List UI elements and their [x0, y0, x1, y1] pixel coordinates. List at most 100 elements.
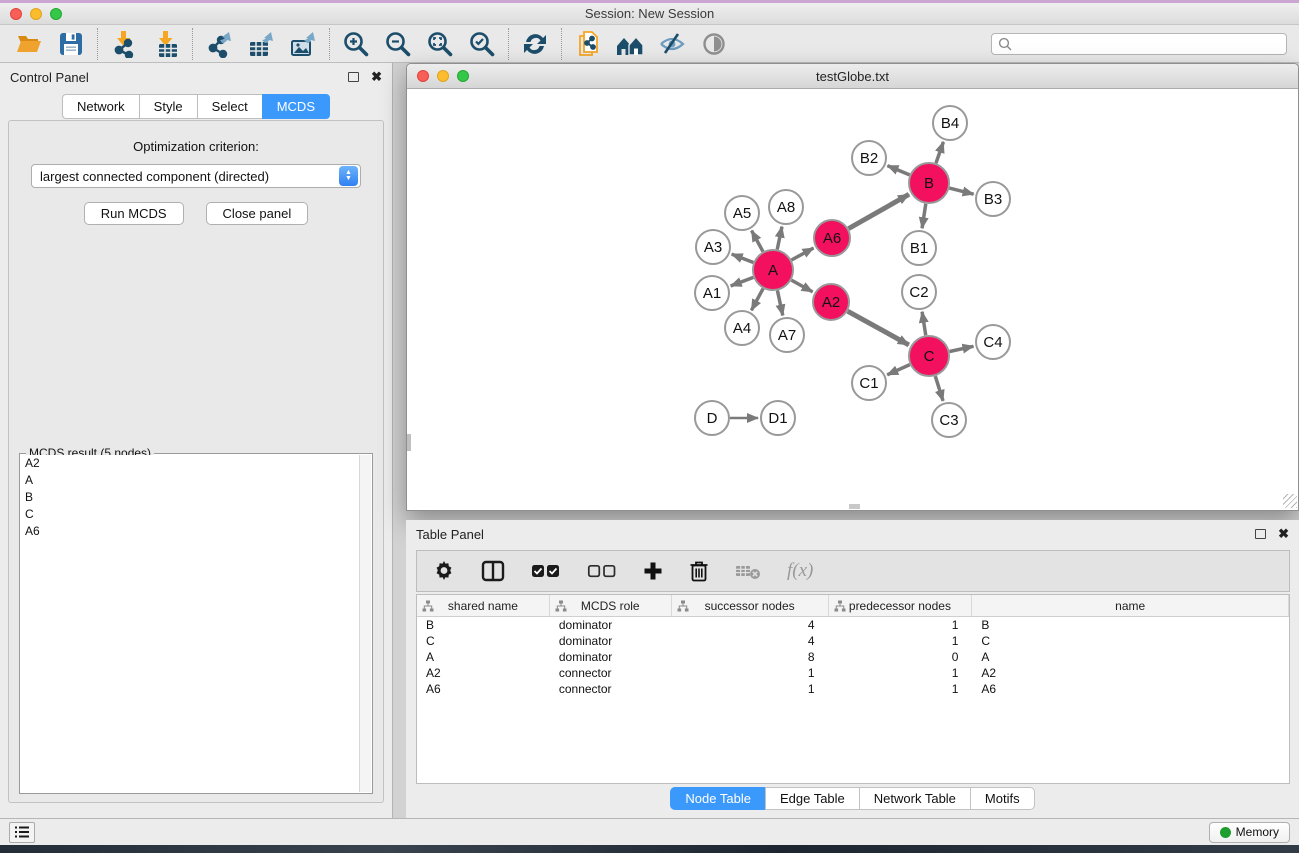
run-mcds-button[interactable]: Run MCDS	[84, 202, 184, 225]
export-table-button[interactable]	[240, 27, 282, 61]
zoom-out-icon	[384, 30, 412, 58]
export-image-button[interactable]	[282, 27, 324, 61]
function-builder-button[interactable]: f(x)	[787, 560, 813, 582]
cell-name[interactable]: A6	[972, 681, 1289, 697]
result-item-b[interactable]: B	[21, 489, 359, 506]
zoom-in-button[interactable]	[335, 27, 377, 61]
tab-edge-table[interactable]: Edge Table	[765, 787, 859, 810]
search-input[interactable]	[1012, 37, 1280, 51]
cell-predecessor-nodes[interactable]: 0	[829, 649, 973, 665]
cell-predecessor-nodes[interactable]: 1	[829, 681, 973, 697]
cell-shared-name[interactable]: A2	[417, 665, 550, 681]
memory-button[interactable]: Memory	[1209, 822, 1290, 843]
horizontal-scroll-thumb[interactable]	[849, 504, 860, 509]
result-scrollbar[interactable]	[359, 455, 371, 792]
cell-name[interactable]: A2	[972, 665, 1289, 681]
import-network-button[interactable]	[103, 27, 145, 61]
column-header-label: predecessor nodes	[849, 599, 951, 613]
close-panel-button-inner[interactable]: Close panel	[206, 202, 309, 225]
float-panel-button[interactable]	[348, 72, 359, 82]
cell-successor-nodes[interactable]: 1	[672, 681, 829, 697]
result-item-a[interactable]: A	[21, 472, 359, 489]
cell-shared-name[interactable]: B	[417, 617, 550, 633]
save-session-button[interactable]	[50, 27, 92, 61]
add-column-button[interactable]	[643, 561, 663, 581]
graph-node-label-a1: A1	[703, 285, 721, 302]
cell-mcds-role[interactable]: dominator	[550, 633, 672, 649]
delete-table-button[interactable]	[735, 562, 761, 580]
criterion-select[interactable]: largest connected component (directed) ▲…	[31, 164, 361, 188]
result-item-a2[interactable]: A2	[21, 455, 359, 472]
cell-shared-name[interactable]: A	[417, 649, 550, 665]
vertical-scroll-thumb[interactable]	[407, 434, 411, 451]
result-item-a6[interactable]: A6	[21, 523, 359, 540]
checked-boxes-icon	[531, 562, 561, 580]
cell-successor-nodes[interactable]: 8	[672, 649, 829, 665]
table-row-a6[interactable]: A6connector11A6	[417, 681, 1289, 697]
list-icon	[14, 825, 30, 839]
eye-slash-icon	[658, 30, 686, 58]
duplicate-network-button[interactable]	[567, 27, 609, 61]
tab-mcds[interactable]: MCDS	[262, 94, 330, 119]
hide-graphics-details-button[interactable]	[651, 27, 693, 61]
network-canvas[interactable]: B4B2BB3A8A5A6A3B1AC2A1A2A4A7C4CC1DC3D1	[407, 89, 1298, 509]
column-header-successor-nodes[interactable]: successor nodes	[672, 595, 829, 616]
search-field[interactable]	[991, 33, 1287, 55]
refresh-button[interactable]	[514, 27, 556, 61]
table-row-b[interactable]: Bdominator41B	[417, 617, 1289, 633]
float-table-panel-button[interactable]	[1255, 529, 1266, 539]
select-all-rows-button[interactable]	[531, 562, 561, 580]
open-session-button[interactable]	[8, 27, 50, 61]
export-network-button[interactable]	[198, 27, 240, 61]
network-overview-button[interactable]	[609, 27, 651, 61]
cell-predecessor-nodes[interactable]: 1	[829, 665, 973, 681]
tab-style[interactable]: Style	[139, 94, 197, 119]
show-graphics-details-button[interactable]	[693, 27, 735, 61]
column-header-predecessor-nodes[interactable]: predecessor nodes	[829, 595, 973, 616]
cell-successor-nodes[interactable]: 1	[672, 665, 829, 681]
tab-network-table[interactable]: Network Table	[859, 787, 970, 810]
cell-mcds-role[interactable]: dominator	[550, 617, 672, 633]
graph-edge-b-b4	[936, 142, 943, 163]
column-type-icon	[555, 600, 567, 612]
cell-name[interactable]: C	[972, 633, 1289, 649]
cell-mcds-role[interactable]: connector	[550, 681, 672, 697]
zoom-fit-button[interactable]	[419, 27, 461, 61]
deselect-all-rows-button[interactable]	[587, 562, 617, 580]
cell-name[interactable]: A	[972, 649, 1289, 665]
close-panel-button[interactable]: ✖	[371, 72, 382, 82]
column-header-name[interactable]: name	[972, 595, 1289, 616]
zoom-selected-button[interactable]	[461, 27, 503, 61]
toggle-column-view-button[interactable]	[481, 560, 505, 582]
column-header-mcds-role[interactable]: MCDS role	[550, 595, 672, 616]
trash-icon	[689, 560, 709, 582]
delete-columns-button[interactable]	[689, 560, 709, 582]
cell-predecessor-nodes[interactable]: 1	[829, 633, 973, 649]
result-item-c[interactable]: C	[21, 506, 359, 523]
table-row-a2[interactable]: A2connector11A2	[417, 665, 1289, 681]
column-header-shared-name[interactable]: shared name	[417, 595, 550, 616]
cell-predecessor-nodes[interactable]: 1	[829, 617, 973, 633]
import-table-button[interactable]	[145, 27, 187, 61]
graph-node-label-a5: A5	[733, 205, 751, 222]
zoom-out-button[interactable]	[377, 27, 419, 61]
tab-node-table[interactable]: Node Table	[670, 787, 765, 810]
cell-successor-nodes[interactable]: 4	[672, 617, 829, 633]
settings-gear-button[interactable]	[433, 560, 455, 582]
cell-mcds-role[interactable]: connector	[550, 665, 672, 681]
cell-successor-nodes[interactable]: 4	[672, 633, 829, 649]
tab-motifs[interactable]: Motifs	[970, 787, 1035, 810]
table-row-a[interactable]: Adominator80A	[417, 649, 1289, 665]
window-resize-grip[interactable]	[1283, 494, 1297, 508]
graph-node-label-c2: C2	[909, 284, 928, 301]
cell-shared-name[interactable]: A6	[417, 681, 550, 697]
table-row-c[interactable]: Cdominator41C	[417, 633, 1289, 649]
close-table-panel-button[interactable]: ✖	[1278, 529, 1289, 539]
cell-name[interactable]: B	[972, 617, 1289, 633]
table-panel-header: Table Panel ✖	[406, 520, 1299, 548]
cell-shared-name[interactable]: C	[417, 633, 550, 649]
task-history-button[interactable]	[9, 822, 35, 843]
tab-network[interactable]: Network	[62, 94, 139, 119]
cell-mcds-role[interactable]: dominator	[550, 649, 672, 665]
tab-select[interactable]: Select	[197, 94, 262, 119]
